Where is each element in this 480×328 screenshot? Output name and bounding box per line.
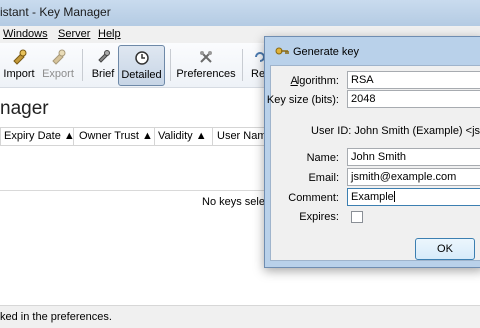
menu-help-label: Help [98,28,121,40]
column-expiry-date-label: Expiry Date [4,130,61,142]
algorithm-field[interactable]: RSA [347,71,480,89]
import-label: Import [3,68,35,80]
comment-value: Example [351,191,394,203]
menu-windows-label: Windows [3,28,48,40]
toolbar-separator [170,49,171,81]
menu-help[interactable]: Help [98,28,121,40]
keysize-field[interactable]: 2048 [347,90,480,108]
detailed-view-icon [134,51,149,65]
import-icon [13,49,27,65]
detailed-button[interactable]: Detailed [118,45,165,86]
toolbar-separator [82,49,83,81]
column-separator [212,128,213,145]
dialog-title: Generate key [293,46,360,58]
column-validity-label: Validity [158,130,193,142]
key-icon [275,47,289,55]
user-id-preview: User ID: John Smith (Example) <jsmit [311,125,480,137]
toolbar-separator [242,49,243,81]
column-separator [73,128,74,145]
status-bar: ked in the preferences. [0,305,480,328]
column-separator [0,128,1,145]
column-owner-trust[interactable]: Owner Trust ▲ [79,130,153,142]
name-label: Name: [306,152,339,164]
brief-view-icon [98,50,110,63]
export-button[interactable]: Export [40,45,76,86]
preferences-label: Preferences [176,68,236,80]
comment-field[interactable]: Example [347,188,480,206]
preferences-button[interactable]: Preferences [176,45,236,86]
column-validity[interactable]: Validity ▲ [158,130,207,142]
status-text: ked in the preferences. [0,311,112,323]
email-label: Email: [308,172,339,184]
window-title: istant - Key Manager [0,5,111,19]
email-field[interactable]: jsmith@example.com [347,168,480,186]
dialog-titlebar[interactable]: Generate key [265,37,480,65]
algorithm-label-text: lgorithm: [296,75,339,87]
menu-server[interactable]: Server [58,28,90,40]
brief-label: Brief [91,68,115,80]
brief-button[interactable]: Brief [88,45,118,86]
detailed-label: Detailed [121,69,162,81]
generate-key-dialog: Generate key Algorithm: RSA Key size (bi… [264,36,480,268]
column-owner-trust-label: Owner Trust [79,130,139,142]
name-field[interactable]: John Smith [347,148,480,166]
ok-button[interactable]: OK [415,238,475,260]
dialog-body: Algorithm: RSA Key size (bits): 2048 Use… [266,65,480,261]
page-title: nager [0,98,49,119]
expires-checkbox[interactable] [351,211,363,223]
export-icon [52,49,66,65]
expires-label: Expires: [299,211,339,223]
preferences-icon [200,51,212,63]
sort-up-icon: ▲ [195,130,207,142]
menu-server-label: Server [58,28,91,40]
sort-up-icon: ▲ [141,130,153,142]
menu-windows[interactable]: Windows [3,28,48,40]
import-button[interactable]: Import [0,45,38,86]
empty-selection-message: No keys select [202,196,274,208]
algorithm-label: Algorithm: [290,75,339,87]
window-titlebar: istant - Key Manager [0,0,480,26]
comment-label: Comment: [288,192,339,204]
column-separator [154,128,155,145]
column-expiry-date[interactable]: Expiry Date ▲ [4,130,75,142]
text-caret [393,191,395,202]
export-label: Export [42,68,74,80]
keysize-label: Key size (bits): [266,94,339,106]
